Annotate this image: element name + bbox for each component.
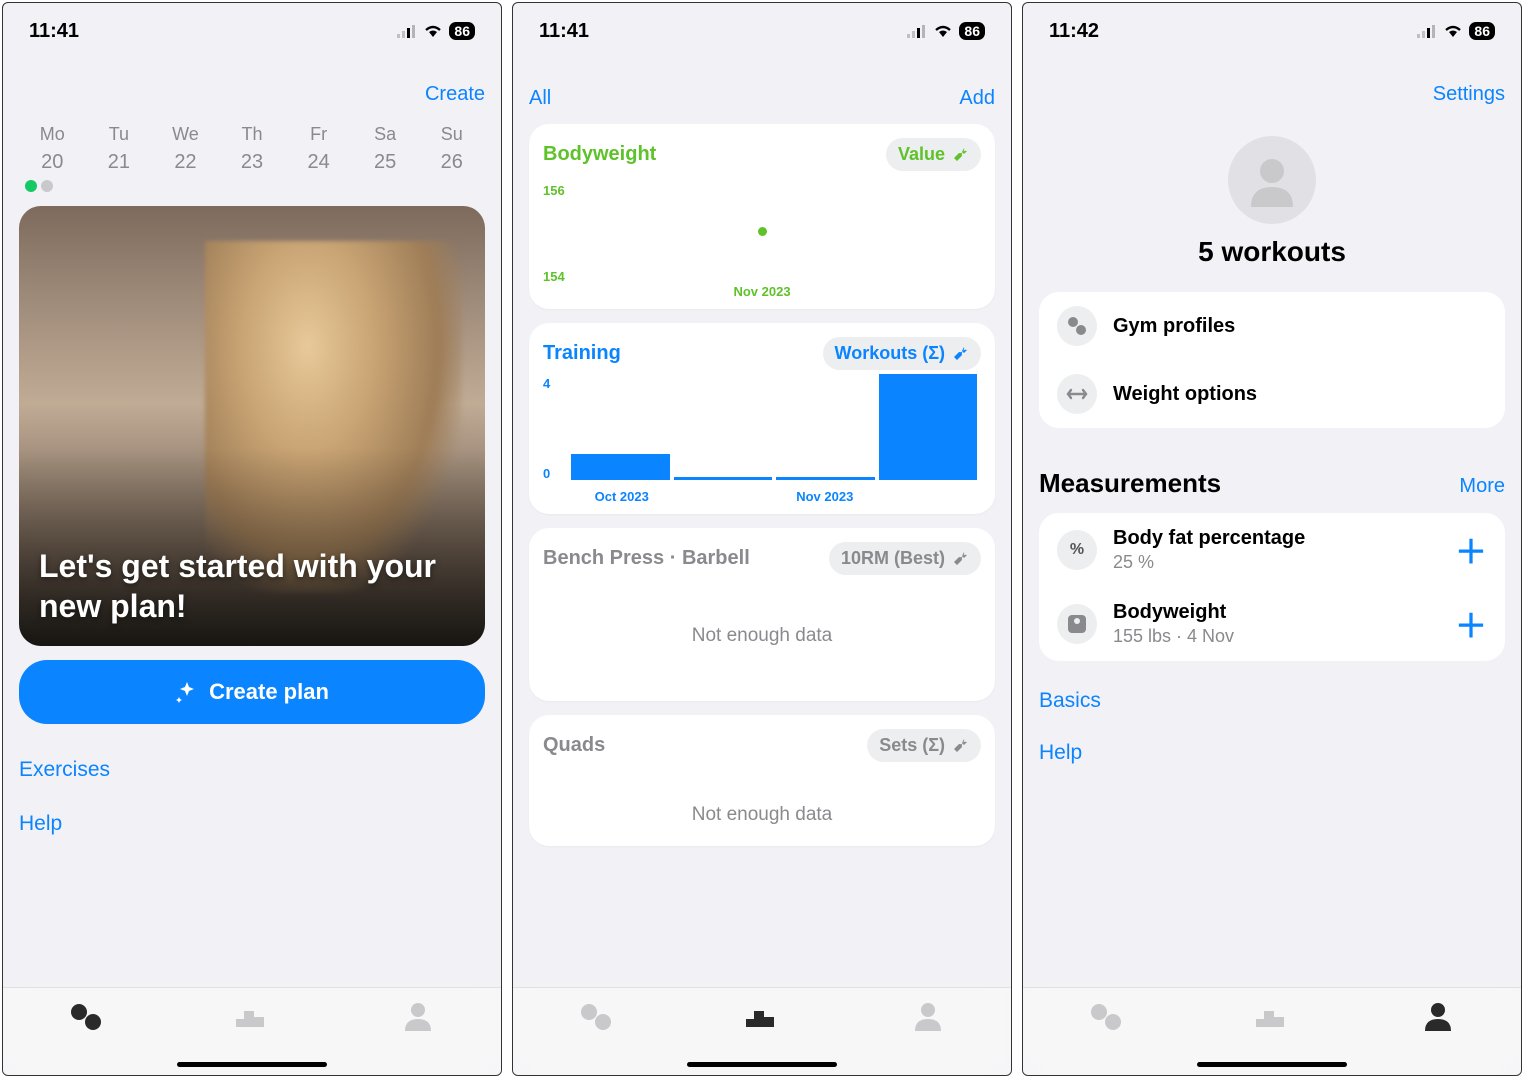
create-link[interactable]: Create [19,83,485,106]
measurements-heading: Measurements [1039,468,1221,499]
tab-stats[interactable] [1250,998,1294,1034]
week-day[interactable]: Sa25 [352,124,419,174]
home-indicator [177,1062,327,1067]
wrench-icon [951,146,969,164]
wifi-icon [423,24,443,38]
status-bar: 11:42 86 [1023,3,1521,53]
gym-profiles-row[interactable]: Gym profiles [1039,292,1505,360]
dot-icon [41,180,53,192]
hero-card[interactable]: Let's get started with your new plan! [19,206,485,646]
create-plan-label: Create plan [209,679,329,705]
tab-profile[interactable] [906,998,950,1034]
signal-icon [397,24,417,38]
stats-screen: 11:41 86 All Add Bodyweight Value 156 15… [512,2,1012,1076]
percent-icon: % [1057,530,1097,570]
bodyweight-card[interactable]: Bodyweight Value 156 154 Nov 2023 [529,124,995,309]
wifi-icon [1443,24,1463,38]
status-bar: 11:41 86 [513,3,1011,53]
page-dots [25,180,485,192]
week-day[interactable]: Th23 [219,124,286,174]
tab-stats[interactable] [230,998,274,1034]
battery-level: 86 [1469,22,1495,40]
scale-icon [1057,604,1097,644]
value-chip[interactable]: Value [886,138,981,171]
battery-level: 86 [449,22,475,40]
help-link[interactable]: Help [1039,741,1505,765]
bench-card[interactable]: Bench Press · Barbell 10RM (Best) Not en… [529,528,995,701]
exercises-link[interactable]: Exercises [19,758,485,782]
dot-active-icon [25,180,37,192]
home-indicator [687,1062,837,1067]
sets-chip[interactable]: Sets (Σ) [867,729,981,762]
week-day[interactable]: Tu21 [86,124,153,174]
add-link[interactable]: Add [959,87,995,110]
battery-level: 86 [959,22,985,40]
wrench-icon [951,737,969,755]
add-button[interactable]: ＋ [1455,527,1487,573]
week-strip[interactable]: Mo20 Tu21 We22 Th23 Fr24 Sa25 Su26 [19,124,485,174]
clock: 11:41 [539,20,589,43]
week-day[interactable]: Fr24 [285,124,352,174]
10rm-chip[interactable]: 10RM (Best) [829,542,981,575]
workouts-chip[interactable]: Workouts (Σ) [823,337,981,370]
home-screen: 11:41 86 Create Mo20 Tu21 We22 Th23 Fr24… [2,2,502,1076]
status-bar: 11:41 86 [3,3,501,53]
wifi-icon [933,24,953,38]
quads-card[interactable]: Quads Sets (Σ) Not enough data [529,715,995,846]
help-link[interactable]: Help [19,812,485,836]
week-day[interactable]: We22 [152,124,219,174]
profile-screen: 11:42 86 Settings 5 workouts Gym profile… [1022,2,1522,1076]
bodyweight-row[interactable]: Bodyweight 155 lbs · 4 Nov ＋ [1039,587,1505,661]
home-indicator [1197,1062,1347,1067]
tab-stats[interactable] [740,998,784,1034]
signal-icon [1417,24,1437,38]
training-card[interactable]: Training Workouts (Σ) 4 0 Oct 2023 [529,323,995,514]
profile-list: Gym profiles Weight options [1039,292,1505,428]
clock: 11:41 [29,20,79,43]
data-point-icon [758,227,767,236]
bodyweight-chart: 156 154 Nov 2023 [543,179,981,299]
settings-link[interactable]: Settings [1039,83,1505,106]
signal-icon [907,24,927,38]
card-title: Quads [543,734,605,757]
sparkle-icon [175,680,199,704]
more-link[interactable]: More [1459,475,1505,498]
not-enough-data: Not enough data [543,762,981,836]
avatar[interactable] [1228,136,1316,224]
bar [571,454,670,481]
tab-profile[interactable] [396,998,440,1034]
tab-home[interactable] [64,998,108,1034]
hero-text: Let's get started with your new plan! [39,546,465,626]
not-enough-data: Not enough data [543,575,981,691]
card-title: Bench Press · Barbell [543,547,750,570]
week-day[interactable]: Mo20 [19,124,86,174]
training-chart: 4 0 Oct 2023 Nov 2023 [543,374,981,504]
bodyfat-row[interactable]: % Body fat percentage 25 % ＋ [1039,513,1505,587]
create-plan-button[interactable]: Create plan [19,660,485,724]
tab-home[interactable] [1084,998,1128,1034]
card-title: Training [543,342,621,365]
person-icon [1245,153,1299,207]
basics-link[interactable]: Basics [1039,689,1505,713]
measurements-list: % Body fat percentage 25 % ＋ Bodyweight … [1039,513,1505,661]
tab-profile[interactable] [1416,998,1460,1034]
wrench-icon [951,550,969,568]
workout-count: 5 workouts [1039,236,1505,268]
arrows-icon [1057,374,1097,414]
tab-home[interactable] [574,998,618,1034]
bar [776,477,875,480]
card-title: Bodyweight [543,143,656,166]
week-day[interactable]: Su26 [418,124,485,174]
all-link[interactable]: All [529,87,551,110]
add-button[interactable]: ＋ [1455,601,1487,647]
bar [674,477,773,480]
clock: 11:42 [1049,20,1099,43]
wrench-icon [951,345,969,363]
dumbbell-icon [1057,306,1097,346]
bar [879,374,978,480]
weight-options-row[interactable]: Weight options [1039,360,1505,428]
